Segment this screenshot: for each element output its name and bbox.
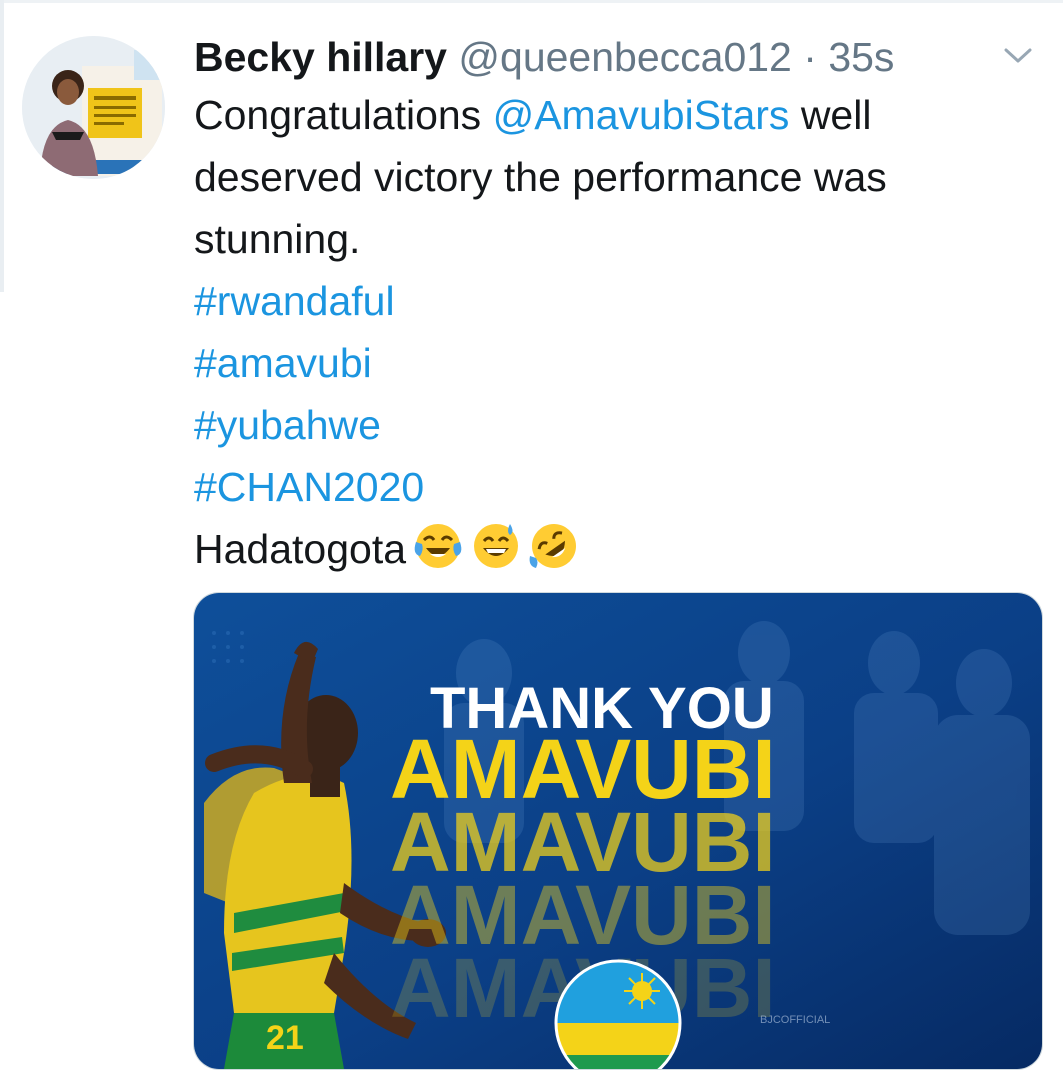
watermark: BJCOFFICIAL <box>760 1014 830 1026</box>
hashtag-link[interactable]: #yubahwe <box>194 394 1034 456</box>
hashtag-link[interactable]: #amavubi <box>194 332 1034 394</box>
tweet-line-2: deserved victory the performance was <box>194 154 887 200</box>
grinning-sweat-emoji-icon <box>470 520 522 572</box>
tweet-line-closing: Hadatogota <box>194 518 1034 580</box>
tears-of-joy-emoji-icon <box>412 520 464 572</box>
top-divider <box>0 0 1063 3</box>
mention-link[interactable]: @AmavubiStars <box>493 92 790 138</box>
chevron-down-icon[interactable] <box>998 40 1038 70</box>
text-fragment: Congratulations <box>194 92 493 138</box>
hashtag-link[interactable]: #rwandaful <box>194 270 1034 332</box>
hashtag-link[interactable]: #CHAN2020 <box>194 456 1034 518</box>
author-handle[interactable]: @queenbecca012 <box>458 34 791 80</box>
text-fragment: well <box>789 92 872 138</box>
tweet-media-image[interactable]: 21 THANK YOU AMAVUBI AMAVUBI AMAVUBI AMA… <box>193 592 1043 1070</box>
jersey-number: 21 <box>266 1019 304 1057</box>
tweet-text: Congratulations @AmavubiStars well deser… <box>194 84 1034 580</box>
author-display-name[interactable]: Becky hillary <box>194 34 447 80</box>
rofl-emoji-icon <box>528 520 580 572</box>
thread-connector-line <box>0 0 4 292</box>
separator-dot: · <box>803 34 817 80</box>
tweet-timestamp[interactable]: 35s <box>828 34 894 80</box>
tweet-line-3: stunning. <box>194 216 361 262</box>
tweet-line-1: Congratulations @AmavubiStars well <box>194 84 1034 146</box>
avatar[interactable] <box>22 36 165 179</box>
closing-word: Hadatogota <box>194 526 407 572</box>
tweet-header: Becky hillary @queenbecca012 · 35s <box>194 30 894 84</box>
